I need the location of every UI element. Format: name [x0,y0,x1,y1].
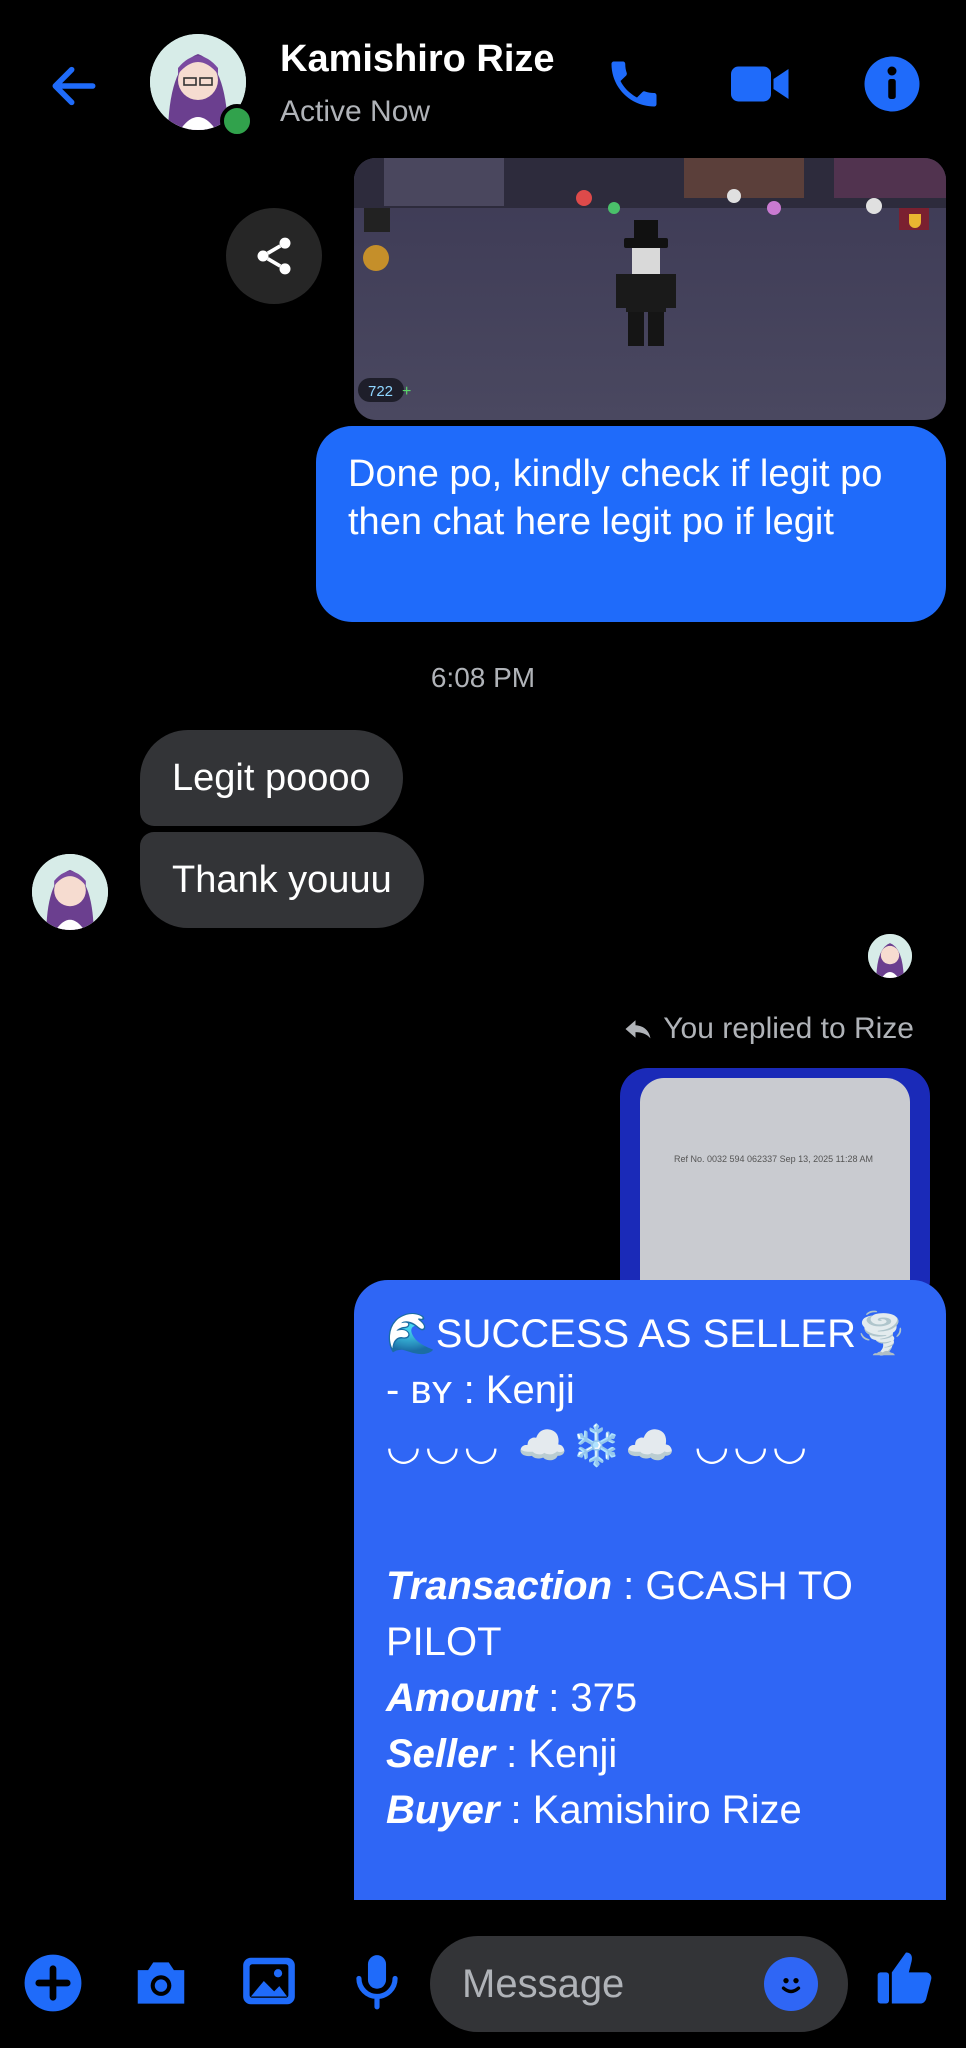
svg-text:722: 722 [368,383,393,400]
amount-row: Amount : 375 [386,1676,638,1720]
message-input-container[interactable] [430,1936,848,2032]
emoji-icon [781,1978,801,1994]
contact-name[interactable]: Kamishiro Rize [280,38,555,81]
replied-message-preview[interactable]: Ref No. 0032 594 062337 Sep 13, 2025 11:… [620,1068,930,1308]
seller-card-title: 🌊SUCCESS AS SELLER🌪️ [386,1312,906,1356]
message-input[interactable] [460,1960,764,2008]
reply-arrow-icon [625,1020,651,1039]
seller-card-byline: - ʙʏ : Kenji [386,1368,575,1412]
seen-receipt-avatar [868,934,912,978]
seller-card-message[interactable]: 🌊SUCCESS AS SELLER🌪️ - ʙʏ : Kenji ◡◡◡ ☁️… [354,1280,946,1900]
camera-icon[interactable] [130,1952,192,2014]
reply-label-text: You replied to Rize [663,1012,914,1045]
share-icon [257,237,291,275]
share-button[interactable] [226,208,322,304]
incoming-message[interactable]: Thank youuu [140,832,424,928]
add-more-icon[interactable] [22,1952,84,2014]
microphone-icon[interactable] [346,1950,408,2012]
message-text: Legit poooo [172,757,371,799]
online-indicator [220,104,254,138]
message-text: Done po, kindly check if legit po then c… [348,453,883,543]
seller-row: Seller : Kenji [386,1732,618,1776]
incoming-message[interactable]: Legit poooo [140,730,403,826]
reply-indicator: You replied to Rize [623,1012,914,1046]
receipt-thumbnail: Ref No. 0032 594 062337 Sep 13, 2025 11:… [640,1078,910,1308]
contact-status: Active Now [280,95,431,128]
timestamp: 6:08 PM [430,662,536,693]
receipt-reference: Ref No. 0032 594 062337 Sep 13, 2025 11:… [674,1154,873,1164]
shared-game-image[interactable]: 722 + [354,158,946,420]
gallery-icon[interactable] [238,1950,300,2012]
outgoing-message[interactable]: Done po, kindly check if legit po then c… [316,426,946,622]
buyer-row: Buyer : Kamishiro Rize [386,1788,802,1832]
emoji-button[interactable] [764,1957,818,2011]
thumbs-up-icon[interactable] [872,1944,940,2012]
seller-card-decor: ◡◡◡ ☁️❄️☁️ ◡◡◡ [386,1424,812,1468]
svg-text:+: + [402,383,411,400]
phone-call-icon[interactable] [604,54,664,114]
video-call-icon[interactable] [728,54,794,114]
sender-avatar[interactable] [32,854,108,930]
transaction-row: Transaction : GCASH TO PILOT [386,1564,853,1664]
back-arrow-icon[interactable] [46,58,102,114]
info-icon[interactable] [862,54,922,114]
message-text: Thank youuu [172,859,392,901]
